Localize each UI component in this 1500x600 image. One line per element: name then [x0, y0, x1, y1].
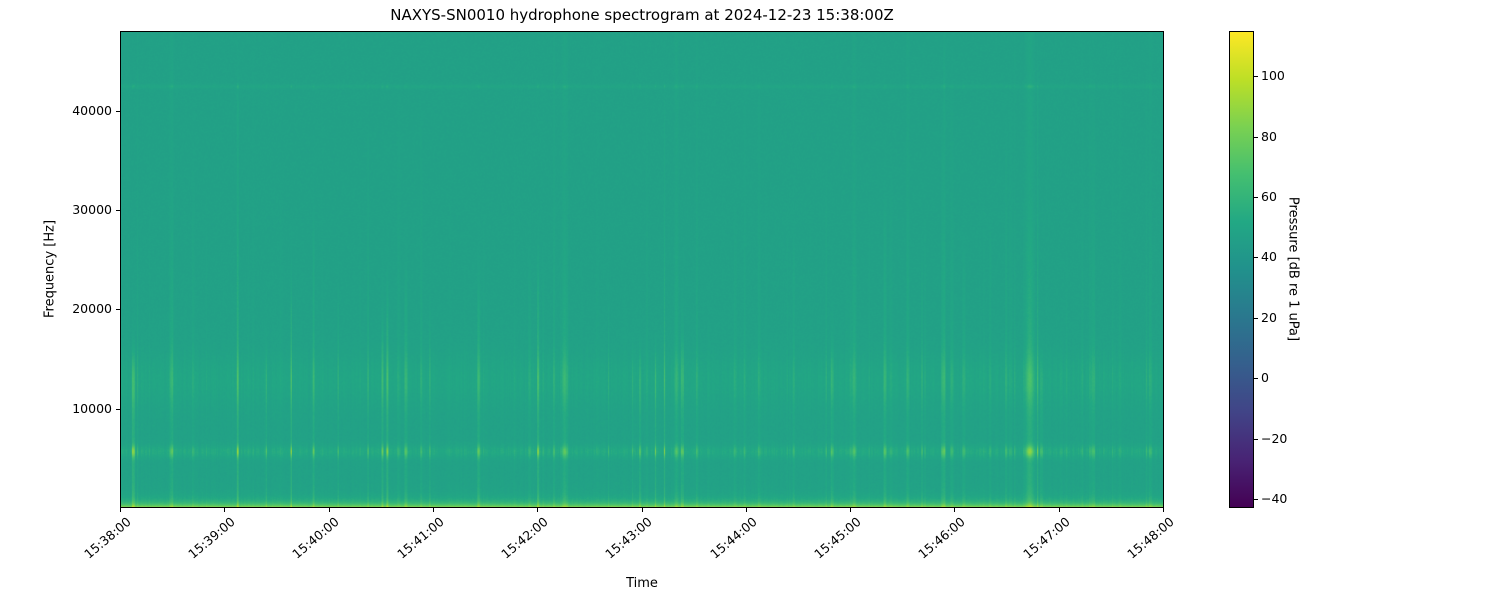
spectrogram-heatmap: [121, 32, 1163, 507]
y-tick-label: 10000: [72, 400, 112, 416]
colorbar-tick-label: 0: [1261, 370, 1269, 386]
x-tick-label: 15:38:00: [80, 514, 134, 562]
x-tick-label: 15:44:00: [706, 514, 760, 562]
x-tick-mark: [120, 508, 121, 512]
y-tick-label: 30000: [72, 201, 112, 217]
y-tick-mark: [116, 408, 120, 410]
x-tick-label: 15:45:00: [811, 514, 864, 562]
x-tick-label: 15:46:00: [915, 514, 969, 562]
x-tick-mark: [1163, 508, 1164, 512]
colorbar-tick-mark: [1254, 317, 1258, 319]
x-tick-mark: [328, 508, 330, 512]
x-tick-label: 15:47:00: [1019, 514, 1073, 562]
colorbar-tick-mark: [1254, 136, 1258, 138]
x-tick-mark: [224, 508, 226, 512]
x-tick-label: 15:48:00: [1123, 514, 1177, 562]
colorbar-tick-label: −20: [1261, 430, 1288, 446]
x-tick-mark: [1058, 508, 1060, 512]
y-tick-mark: [116, 209, 120, 211]
y-axis-label: Frequency [Hz]: [42, 219, 58, 319]
x-tick-label: 15:41:00: [393, 514, 447, 562]
colorbar-tick-mark: [1254, 378, 1258, 380]
y-tick-label: 40000: [72, 102, 112, 118]
x-tick-label: 15:39:00: [185, 514, 238, 562]
colorbar-tick-label: 80: [1261, 128, 1277, 144]
x-tick-mark: [954, 508, 956, 512]
colorbar-tick-mark: [1254, 76, 1258, 78]
x-tick-mark: [537, 508, 539, 512]
y-tick-mark: [116, 309, 120, 311]
spectrogram-figure: NAXYS-SN0010 hydrophone spectrogram at 2…: [0, 0, 1500, 600]
x-tick-label: 15:43:00: [602, 514, 656, 562]
plot-area: [120, 31, 1164, 508]
x-tick-mark: [641, 508, 643, 512]
colorbar: [1229, 31, 1254, 508]
colorbar-tick-mark: [1254, 257, 1258, 259]
colorbar-tick-mark: [1254, 498, 1258, 500]
colorbar-tick-mark: [1254, 438, 1258, 440]
x-tick-label: 15:40:00: [289, 514, 343, 562]
colorbar-tick-label: 60: [1261, 189, 1277, 205]
colorbar-tick-label: 20: [1261, 309, 1277, 325]
x-tick-mark: [850, 508, 852, 512]
x-tick-mark: [745, 508, 747, 512]
x-tick-label: 15:42:00: [498, 514, 551, 562]
colorbar-tick-mark: [1254, 197, 1258, 199]
x-tick-mark: [432, 508, 434, 512]
colorbar-tick-label: 100: [1261, 68, 1285, 84]
colorbar-tick-label: −40: [1261, 490, 1288, 506]
x-axis-label: Time: [626, 576, 658, 591]
colorbar-label: Pressure [dB re 1 uPa]: [1285, 196, 1301, 342]
colorbar-tick-label: 40: [1261, 249, 1277, 265]
chart-title: NAXYS-SN0010 hydrophone spectrogram at 2…: [390, 6, 894, 24]
y-tick-mark: [116, 110, 120, 112]
